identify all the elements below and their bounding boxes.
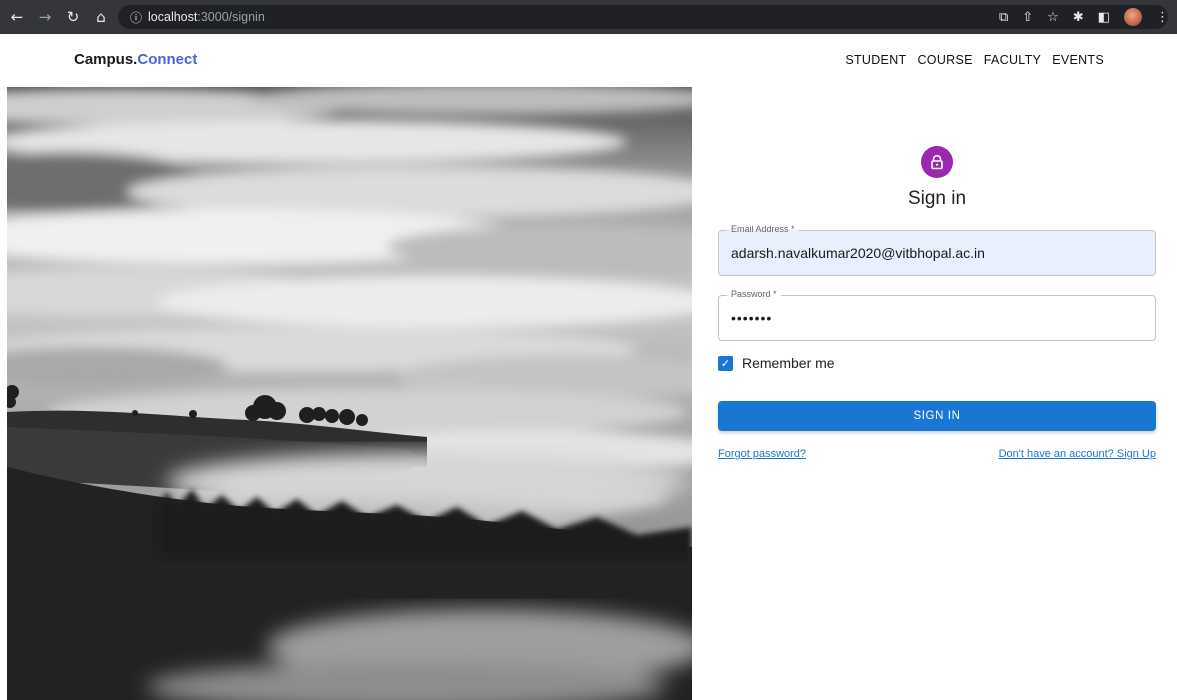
- forward-icon[interactable]: →: [34, 8, 56, 26]
- page-title: Sign in: [907, 188, 967, 209]
- email-input[interactable]: [731, 245, 1141, 261]
- nav-faculty[interactable]: FACULTY: [984, 53, 1041, 67]
- browser-toolbar: ← → ↻ ⌂ ⓘ localhost:3000/signin ⧉ ⇧ ☆ ✱ …: [0, 0, 1177, 34]
- screen-share-icon[interactable]: ⧉: [999, 10, 1008, 25]
- forgot-password-link[interactable]: Forgot password?: [718, 448, 806, 460]
- info-icon[interactable]: ⓘ: [130, 9, 142, 26]
- signup-link[interactable]: Don't have an account? Sign Up: [999, 448, 1156, 460]
- extensions-icon[interactable]: ✱: [1073, 10, 1084, 25]
- menu-icon[interactable]: ⋮: [1156, 10, 1169, 25]
- signin-button[interactable]: SIGN IN: [718, 401, 1156, 431]
- main-nav: STUDENT COURSE FACULTY EVENTS: [845, 53, 1104, 67]
- reload-icon[interactable]: ↻: [62, 8, 84, 26]
- back-icon[interactable]: ←: [6, 8, 28, 26]
- home-icon[interactable]: ⌂: [90, 8, 112, 26]
- password-input[interactable]: [731, 310, 1141, 326]
- brand-accent: Connect: [137, 51, 198, 68]
- url-host: localhost: [148, 10, 198, 24]
- nav-events[interactable]: EVENTS: [1052, 53, 1104, 67]
- signin-panel: Sign in Email Address * Password * ✓ Rem…: [692, 87, 1177, 700]
- share-icon[interactable]: ⇧: [1022, 10, 1033, 25]
- nav-student[interactable]: STUDENT: [845, 53, 906, 67]
- password-field[interactable]: Password *: [718, 289, 1156, 341]
- brand-logo[interactable]: Campus.Connect: [74, 51, 197, 68]
- remember-label: Remember me: [742, 355, 835, 371]
- hero-image: [7, 87, 692, 700]
- star-icon[interactable]: ☆: [1047, 10, 1059, 25]
- url-path: :3000/signin: [197, 10, 265, 24]
- avatar[interactable]: [1124, 8, 1142, 26]
- app-header: Campus.Connect STUDENT COURSE FACULTY EV…: [0, 34, 1177, 87]
- email-field[interactable]: Email Address *: [718, 224, 1156, 276]
- lock-icon: [921, 146, 953, 178]
- brand-main: Campus.: [74, 51, 138, 68]
- remember-checkbox[interactable]: ✓: [718, 355, 733, 371]
- sidepanel-icon[interactable]: ◧: [1098, 10, 1110, 25]
- nav-course[interactable]: COURSE: [917, 53, 972, 67]
- password-label: Password *: [727, 289, 781, 299]
- remember-me[interactable]: ✓ Remember me: [718, 355, 835, 371]
- email-label: Email Address *: [727, 224, 799, 234]
